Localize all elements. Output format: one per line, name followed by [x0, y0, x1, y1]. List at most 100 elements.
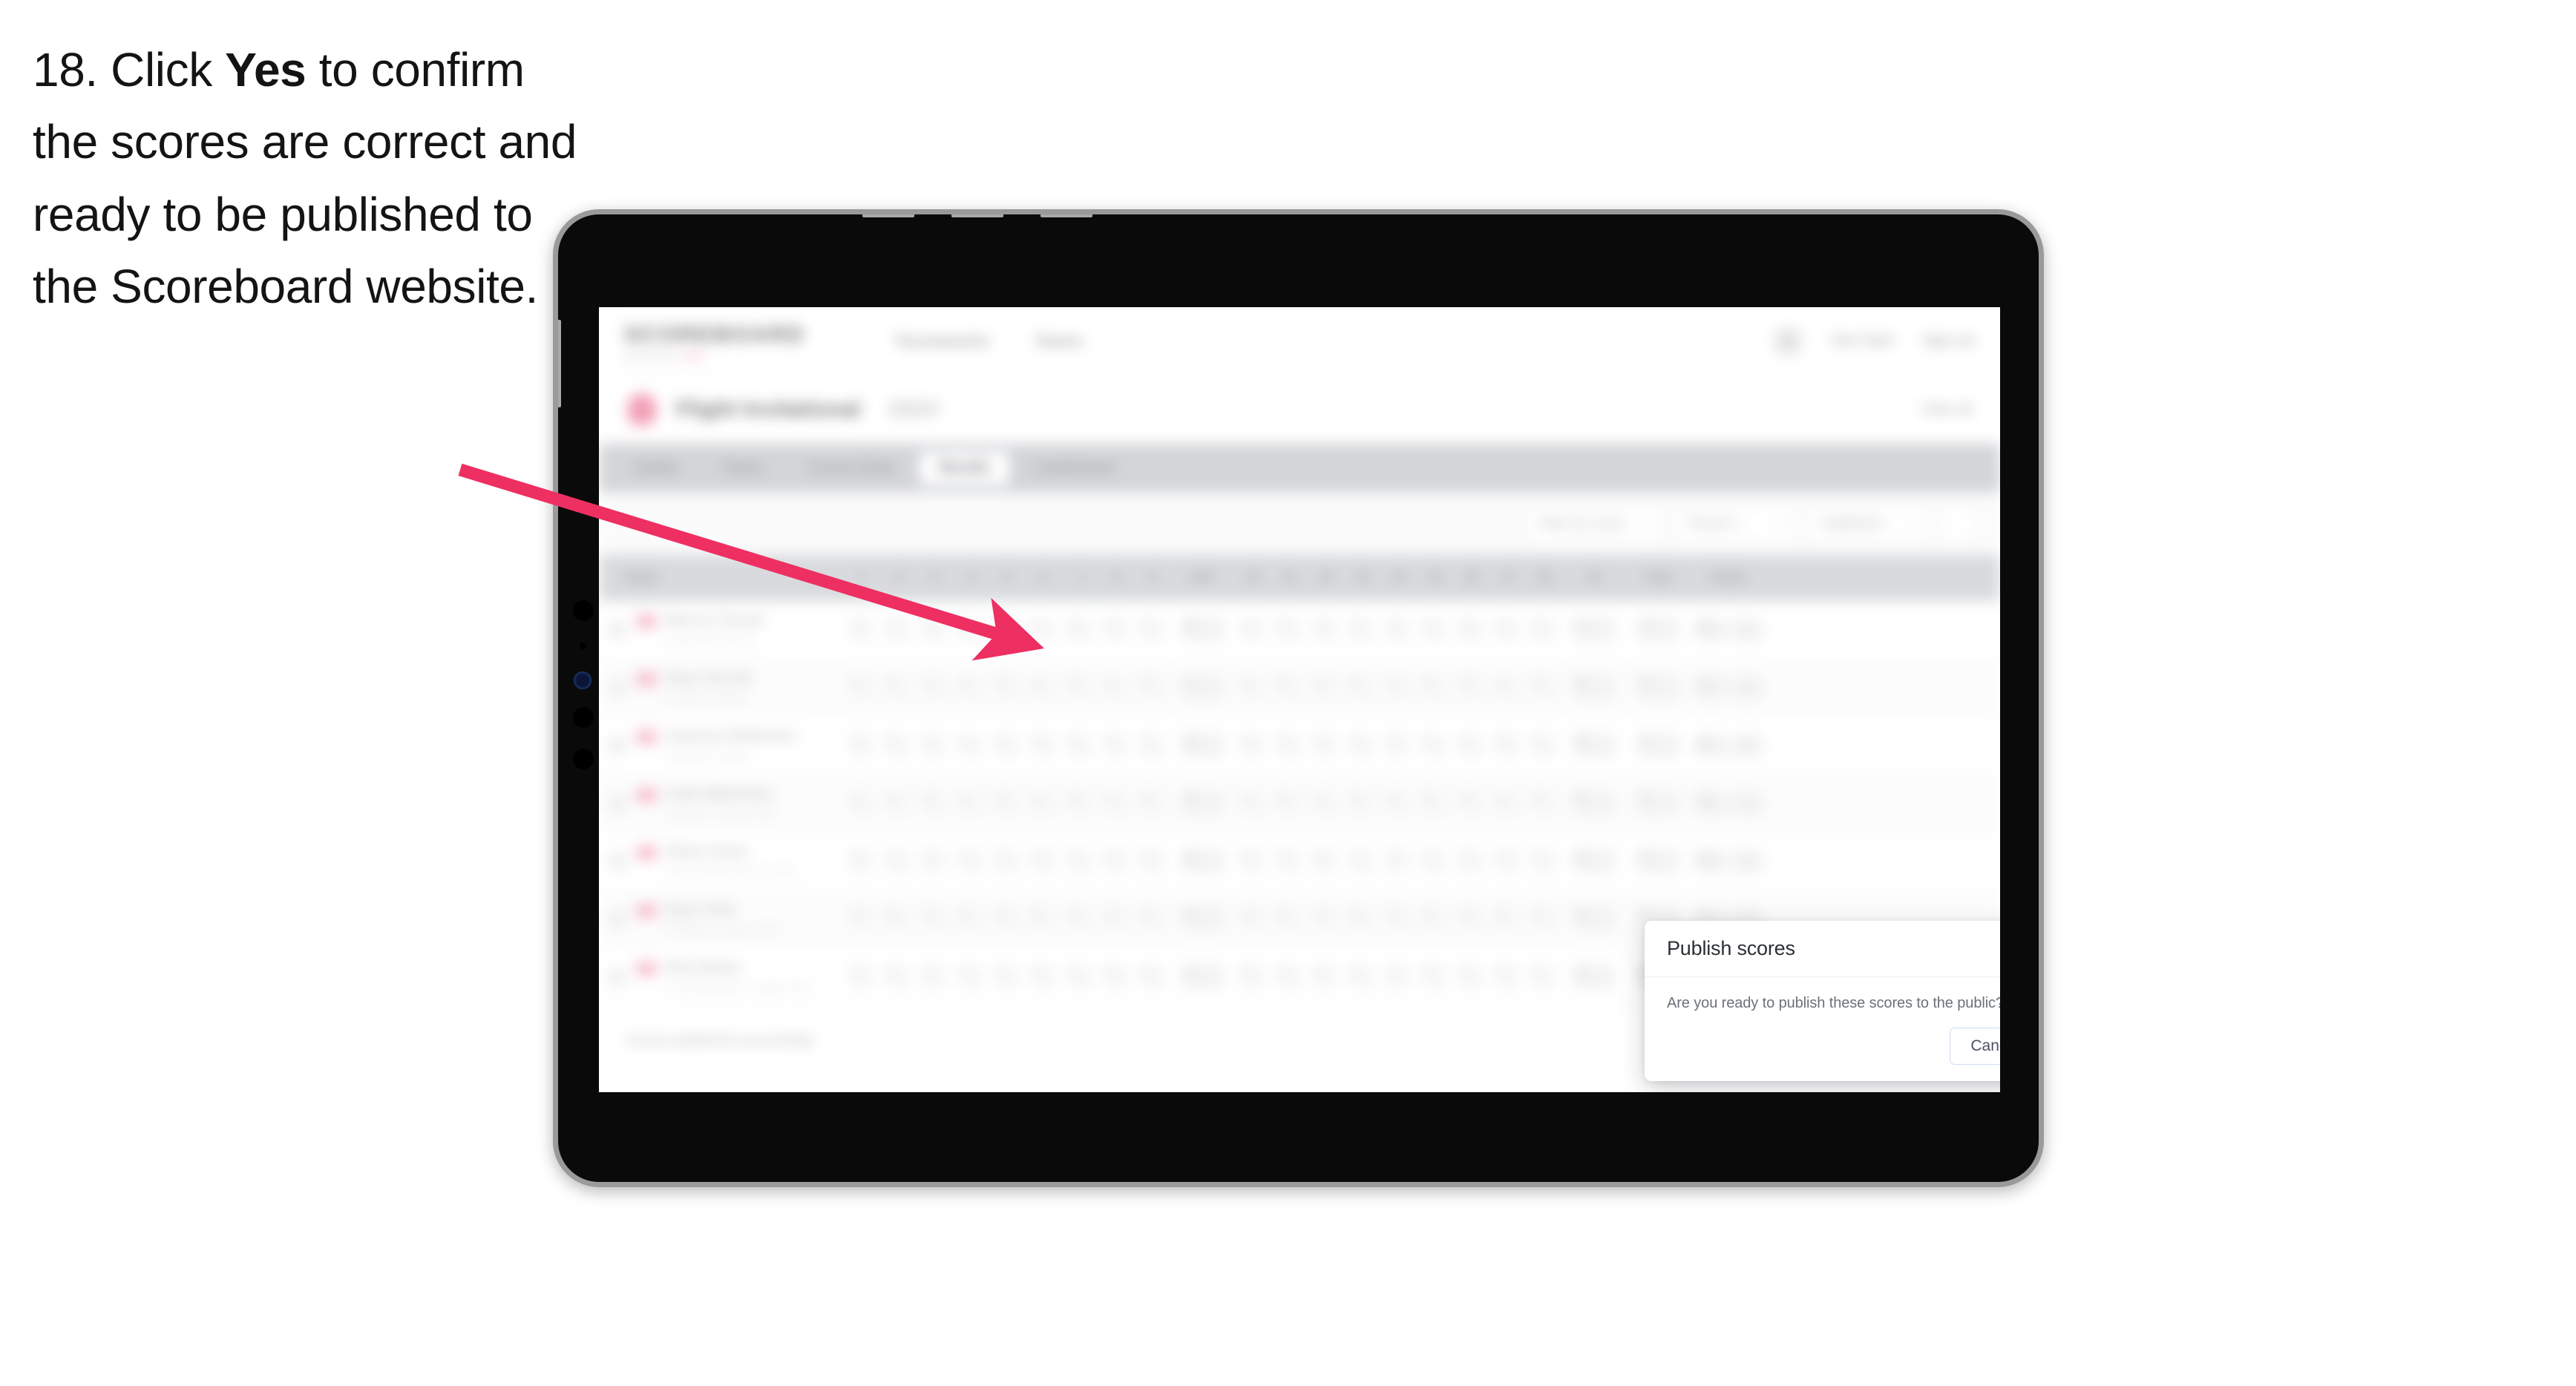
nav-item-tournaments[interactable]: Tournaments [894, 332, 989, 351]
score-cell[interactable]: 4 [1380, 965, 1417, 989]
account-name[interactable]: Tom Clark [1830, 333, 1894, 349]
score-cell[interactable]: 5 [1026, 733, 1062, 758]
tab-leaderboard[interactable]: Leaderboard [1015, 452, 1134, 485]
score-cell[interactable]: 4 [1489, 791, 1526, 815]
score-cell[interactable]: 5 [1308, 965, 1344, 989]
score-cell[interactable]: 4 [1380, 791, 1417, 815]
table-row[interactable]: Cameron Robinson Redstone Downs 4 5 4 4 4 5 4 4 4 3… [599, 717, 2000, 775]
table-row[interactable]: Oliver Grant Summerlane Country Club 5 4 4 5 4… [599, 832, 2000, 890]
score-cell[interactable]: 4 [1135, 965, 1171, 989]
score-cell[interactable]: 4 [1526, 849, 1562, 873]
score-cell[interactable]: 4 [1453, 849, 1489, 873]
brand-logo[interactable]: SCOREBOARD powered by live [624, 321, 805, 361]
score-cell[interactable]: 4 [1380, 849, 1417, 873]
score-cell[interactable]: 3 [1135, 675, 1171, 700]
score-cell[interactable]: 4 [1344, 733, 1380, 758]
score-cell[interactable]: 5 [1062, 965, 1098, 989]
score-cell[interactable]: 4 [844, 907, 880, 931]
score-cell[interactable]: 5 [989, 791, 1026, 815]
score-cell[interactable]: 4 [989, 907, 1026, 931]
score-cell[interactable]: 5 [953, 849, 989, 873]
score-cell[interactable]: 5 [880, 907, 917, 931]
score-cell[interactable]: 4 [880, 617, 917, 642]
score-cell[interactable]: 5 [1526, 965, 1562, 989]
row-checkbox[interactable] [599, 678, 636, 697]
score-cell[interactable]: 5 [1135, 907, 1171, 931]
score-cell[interactable]: 4 [1271, 965, 1308, 989]
score-cell[interactable]: 4 [953, 965, 989, 989]
score-cell[interactable]: 4 [989, 733, 1026, 758]
score-cell[interactable]: 4 [1344, 675, 1380, 700]
row-checkbox[interactable] [599, 968, 636, 986]
score-cell[interactable]: 4 [1026, 849, 1062, 873]
score-cell[interactable]: 4 [1026, 675, 1062, 700]
score-cell[interactable]: 4 [1235, 675, 1271, 700]
score-cell[interactable]: 5 [917, 907, 953, 931]
score-cell[interactable]: 4 [1235, 791, 1271, 815]
score-cell[interactable]: 4 [953, 675, 989, 700]
table-row[interactable]: Marcus Tenant Eastern Golf Club 4 4 3 5 4 4 5 3 4 3… [599, 601, 2000, 659]
row-checkbox[interactable] [599, 794, 636, 812]
row-checkbox[interactable] [599, 620, 636, 639]
score-cell[interactable]: 4 [844, 791, 880, 815]
score-cell[interactable]: 4 [917, 965, 953, 989]
nav-item-teams[interactable]: Teams [1035, 332, 1083, 351]
score-cell[interactable]: 5 [1271, 791, 1308, 815]
score-cell[interactable]: 4 [1417, 907, 1453, 931]
score-cell[interactable]: 5 [1062, 791, 1098, 815]
score-cell[interactable]: 4 [1489, 907, 1526, 931]
filter-select-format[interactable]: Stableford ▾ [1809, 506, 1927, 541]
score-cell[interactable]: 4 [1026, 965, 1062, 989]
score-cell[interactable]: 4 [917, 733, 953, 758]
score-cell[interactable]: 5 [1308, 675, 1344, 700]
score-cell[interactable]: 4 [1026, 791, 1062, 815]
score-cell[interactable]: 5 [1098, 849, 1135, 873]
score-cell[interactable]: 4 [844, 733, 880, 758]
score-cell[interactable]: 4 [844, 617, 880, 642]
score-cell[interactable]: 5 [1489, 965, 1526, 989]
score-cell[interactable]: 4 [953, 733, 989, 758]
score-cell[interactable]: 4 [1062, 733, 1098, 758]
row-checkbox[interactable] [599, 910, 636, 928]
score-cell[interactable]: 4 [1098, 791, 1135, 815]
score-cell[interactable]: 3 [1098, 617, 1135, 642]
tab-course-setup[interactable]: Course Setup [789, 452, 914, 485]
score-cell[interactable]: 4 [880, 791, 917, 815]
score-cell[interactable]: 4 [917, 849, 953, 873]
score-cell[interactable]: 4 [953, 791, 989, 815]
tab-teams[interactable]: Teams [703, 452, 783, 485]
score-cell[interactable]: 4 [1235, 907, 1271, 931]
score-cell[interactable]: 5 [1271, 907, 1308, 931]
score-cell[interactable]: 4 [1380, 675, 1417, 700]
score-cell[interactable]: 4 [1098, 675, 1135, 700]
score-cell[interactable]: 4 [989, 849, 1026, 873]
score-cell[interactable]: 5 [1026, 907, 1062, 931]
score-cell[interactable]: 5 [1453, 617, 1489, 642]
avatar[interactable] [1774, 328, 1800, 354]
tab-results[interactable]: Results [920, 452, 1009, 485]
score-cell[interactable]: 4 [1271, 849, 1308, 873]
score-cell[interactable]: 5 [844, 675, 880, 700]
score-cell[interactable]: 5 [1417, 791, 1453, 815]
score-cell[interactable]: 4 [1526, 733, 1562, 758]
score-cell[interactable]: 4 [1235, 617, 1271, 642]
tab-details[interactable]: Details [615, 452, 697, 485]
score-cell[interactable]: 5 [1235, 965, 1271, 989]
score-cell[interactable]: 4 [1526, 907, 1562, 931]
score-cell[interactable]: 5 [844, 849, 880, 873]
score-cell[interactable]: 3 [917, 617, 953, 642]
score-cell[interactable]: 4 [1098, 733, 1135, 758]
score-cell[interactable]: 4 [1489, 617, 1526, 642]
score-cell[interactable]: 4 [1026, 617, 1062, 642]
score-cell[interactable]: 4 [880, 849, 917, 873]
score-cell[interactable]: 5 [1380, 907, 1417, 931]
row-checkbox[interactable] [599, 736, 636, 755]
score-cell[interactable]: 5 [1344, 965, 1380, 989]
score-cell[interactable]: 5 [880, 965, 917, 989]
score-cell[interactable]: 4 [1417, 733, 1453, 758]
score-cell[interactable]: 5 [1308, 849, 1344, 873]
score-cell[interactable]: 5 [989, 675, 1026, 700]
score-cell[interactable]: 4 [953, 907, 989, 931]
score-cell[interactable]: 3 [1344, 617, 1380, 642]
score-cell[interactable]: 4 [1062, 675, 1098, 700]
